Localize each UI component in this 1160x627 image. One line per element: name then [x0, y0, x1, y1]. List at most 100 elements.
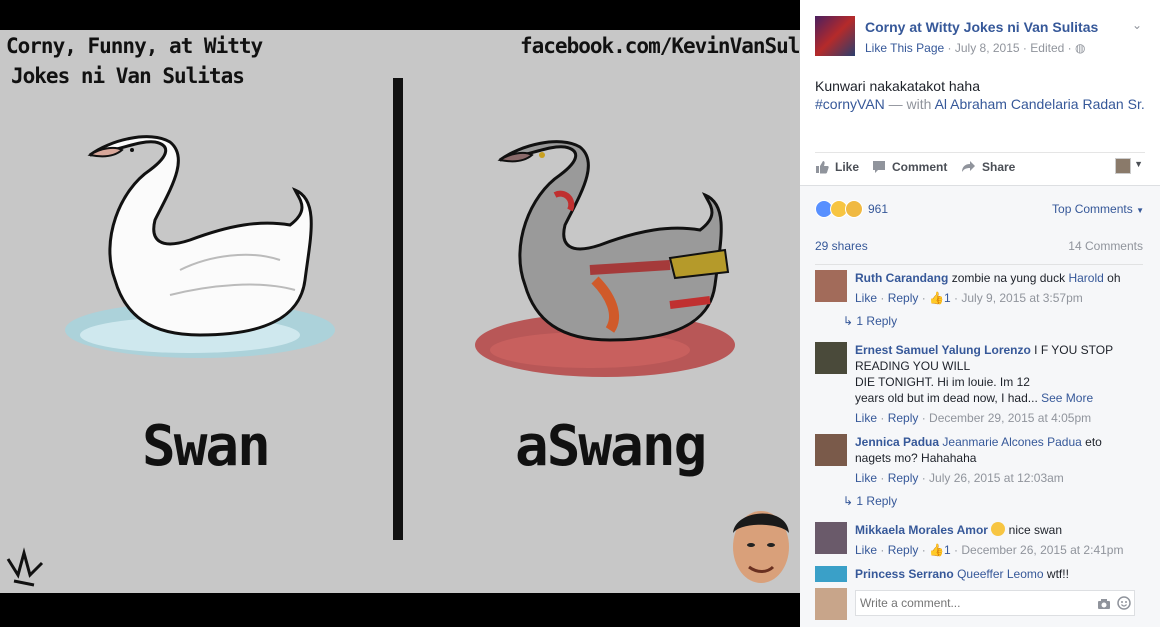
- comments-section: 961 Top Comments ▼ 29 shares 14 Comments…: [800, 185, 1160, 627]
- comment-reply-link[interactable]: Reply: [888, 411, 919, 425]
- comment-like-link[interactable]: Like: [855, 411, 877, 425]
- comment-text-line: years old but im dead now, I had...: [855, 391, 1038, 405]
- comment-author[interactable]: Ernest Samuel Yalung Lorenzo: [855, 343, 1031, 357]
- comment-date[interactable]: July 9, 2015 at 3:57pm: [961, 291, 1082, 305]
- comment-composer: [815, 588, 1145, 622]
- comment-text: nagets mo? Hahahaha: [855, 451, 977, 465]
- comment-like-link[interactable]: Like: [855, 291, 877, 305]
- comment-like-link[interactable]: Like: [855, 471, 877, 485]
- comment-tag[interactable]: Harold: [1068, 271, 1103, 285]
- comment-text-line: I F YOU STOP: [1034, 343, 1114, 357]
- comment-text-line: READING YOU WILL: [855, 359, 971, 373]
- replies-label: 1 Reply: [856, 494, 898, 508]
- view-replies-link[interactable]: ↳ 1 Reply: [843, 314, 897, 328]
- word-aswang: aSwang: [515, 414, 707, 479]
- replies-label: 1 Reply: [856, 314, 898, 328]
- post-text: Kunwari nakakatakot haha #cornyVAN — wit…: [815, 77, 1145, 113]
- shares-comments-row: 29 shares 14 Comments: [815, 234, 1143, 265]
- sad-reaction-icon: [845, 200, 863, 218]
- comment-like-count[interactable]: 👍1: [929, 543, 951, 557]
- emoji-icon[interactable]: [1117, 596, 1131, 615]
- caret-down-icon[interactable]: ▼: [1134, 159, 1143, 169]
- top-comments-label: Top Comments: [1052, 202, 1133, 216]
- comment-text: nice swan: [1008, 523, 1063, 537]
- comment-like-link[interactable]: Like: [855, 543, 877, 557]
- comment-tag[interactable]: Jeanmarie Alcones Padua: [942, 435, 1081, 449]
- caret-down-icon: ▼: [1136, 206, 1144, 215]
- comment-date[interactable]: July 26, 2015 at 12:03am: [929, 471, 1064, 485]
- globe-icon: ◍: [1074, 41, 1086, 55]
- photo-viewer: Corny, Funny, at Witty Jokes ni Van Suli…: [0, 0, 800, 626]
- comment-date[interactable]: December 29, 2015 at 4:05pm: [929, 411, 1091, 425]
- comment-author[interactable]: Princess Serrano: [855, 567, 954, 581]
- view-replies-link[interactable]: ↳ 1 Reply: [843, 494, 897, 508]
- meta-separator: ·: [947, 41, 955, 55]
- face-avatar-sticker: [733, 511, 789, 583]
- comment-date[interactable]: December 26, 2015 at 2:41pm: [961, 543, 1123, 557]
- share-label: Share: [982, 160, 1016, 174]
- comment-reply-link[interactable]: Reply: [888, 471, 919, 485]
- with-label: — with: [888, 96, 932, 112]
- reactions-summary[interactable]: 961: [815, 200, 888, 218]
- comment-input[interactable]: [855, 590, 1135, 616]
- swan-illustration: [65, 135, 335, 358]
- comment-reply-link[interactable]: Reply: [888, 291, 919, 305]
- photo-caption-line2: Jokes ni Van Sulitas: [11, 64, 245, 88]
- comments-count[interactable]: 14 Comments: [1068, 239, 1143, 253]
- post-header: Corny at Witty Jokes ni Van Sulitas Like…: [800, 0, 1160, 190]
- like-page-link[interactable]: Like This Page: [865, 41, 944, 55]
- comment-reply-link[interactable]: Reply: [888, 543, 919, 557]
- page-name-link[interactable]: Corny at Witty Jokes ni Van Sulitas: [865, 19, 1098, 35]
- top-comments-dropdown[interactable]: Top Comments ▼: [1052, 202, 1144, 216]
- aswang-illustration: [475, 140, 735, 377]
- divider-line: [393, 78, 403, 540]
- camera-icon[interactable]: [1097, 597, 1111, 615]
- thumbs-up-icon: 👍: [929, 291, 944, 305]
- tagged-person-link[interactable]: Al Abraham Candelaria Radan Sr.: [935, 96, 1145, 112]
- comment-author[interactable]: Jennica Padua: [855, 435, 939, 449]
- my-avatar: [815, 588, 847, 620]
- avatar[interactable]: [815, 522, 847, 554]
- post-body-text: Kunwari nakakatakot haha: [815, 78, 980, 94]
- comment-text: zombie na yung duck: [951, 271, 1066, 285]
- post-sidebar: Corny at Witty Jokes ni Van Sulitas Like…: [800, 0, 1160, 627]
- post-meta: Like This Page · July 8, 2015 · Edited ·…: [865, 41, 1085, 55]
- commenter-avatar-selector[interactable]: [1115, 158, 1131, 174]
- post-date[interactable]: July 8, 2015: [955, 41, 1020, 55]
- comment-like-count[interactable]: 👍1: [929, 291, 951, 305]
- hashtag-link[interactable]: #cornyVAN: [815, 96, 885, 112]
- post-action-bar: Like Comment Share ▼: [815, 152, 1145, 185]
- avatar[interactable]: [815, 434, 847, 466]
- like-count-value: 1: [944, 543, 951, 557]
- shares-count[interactable]: 29 shares: [815, 239, 868, 253]
- thumbs-up-icon: [816, 161, 829, 174]
- comment-text-line: DIE TONIGHT. Hi im louie. Im 12: [855, 375, 1030, 389]
- like-count-value: 1: [944, 291, 951, 305]
- comment-author[interactable]: Mikkaela Morales Amor: [855, 523, 988, 537]
- reaction-count[interactable]: 961: [868, 202, 888, 216]
- page-avatar[interactable]: [815, 16, 855, 56]
- word-swan: Swan: [142, 414, 271, 479]
- avatar[interactable]: [815, 270, 847, 302]
- laughing-emoji-icon: [991, 522, 1006, 536]
- post-photo[interactable]: Corny, Funny, at Witty Jokes ni Van Suli…: [0, 30, 800, 593]
- see-more-link[interactable]: See More: [1041, 391, 1093, 405]
- comment-icon: [873, 161, 885, 173]
- comment-label: Comment: [892, 160, 948, 174]
- meta-separator: ·: [1067, 41, 1075, 55]
- like-button[interactable]: Like: [815, 160, 859, 174]
- comment-button[interactable]: Comment: [872, 160, 947, 174]
- avatar[interactable]: [815, 566, 847, 582]
- thumbs-up-icon: 👍: [929, 543, 944, 557]
- share-button[interactable]: Share: [961, 160, 1015, 174]
- comment-text: eto: [1085, 435, 1102, 449]
- reply-arrow-icon: ↳: [843, 494, 854, 508]
- share-icon: [962, 161, 975, 172]
- like-label: Like: [835, 160, 860, 174]
- chevron-down-icon[interactable]: ⌄: [1132, 18, 1142, 32]
- comment-author[interactable]: Ruth Carandang: [855, 271, 948, 285]
- comment-tag[interactable]: Queeffer Leomo: [957, 567, 1044, 581]
- comment-text-tail: oh: [1107, 271, 1121, 285]
- edited-label[interactable]: Edited: [1030, 41, 1064, 55]
- avatar[interactable]: [815, 342, 847, 374]
